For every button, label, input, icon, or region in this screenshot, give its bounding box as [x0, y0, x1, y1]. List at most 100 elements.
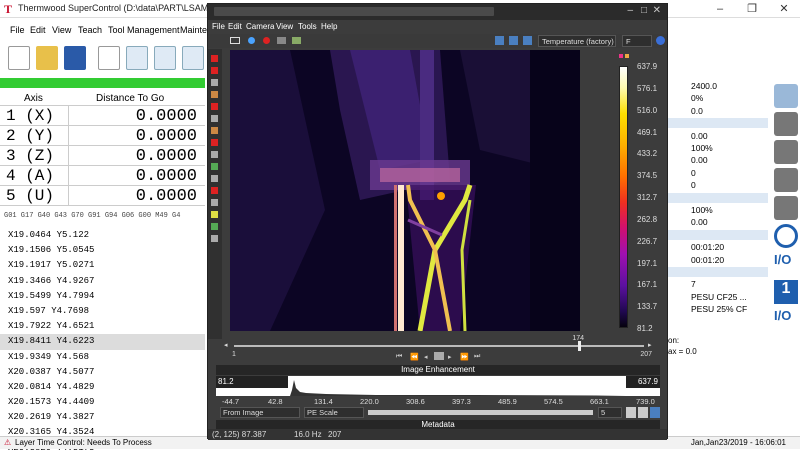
filter-pause-icon[interactable] [774, 168, 798, 192]
side-tool-icon[interactable] [211, 151, 218, 158]
program-line[interactable]: X19.0464 Y5.122 [0, 228, 205, 243]
palette-icon-1[interactable] [495, 36, 504, 45]
menu-teach[interactable]: Teach [78, 25, 102, 35]
side-tool-icon[interactable] [211, 235, 218, 242]
camera-maximize-button[interactable]: □ [641, 5, 647, 16]
stop-button[interactable] [434, 352, 444, 360]
palette-icon-3[interactable] [523, 36, 532, 45]
edit-document-icon[interactable] [154, 46, 176, 70]
histogram-icon[interactable] [626, 407, 636, 418]
slider-right-arrow[interactable]: ▸ [648, 342, 654, 349]
program-line[interactable]: X20.0387 Y4.5077 [0, 365, 205, 380]
side-tool-icon[interactable] [211, 79, 218, 86]
io-icon[interactable]: I/O [774, 252, 798, 276]
minimize-button[interactable]: – [704, 0, 736, 18]
histogram-max-input[interactable]: 637.9 [626, 376, 660, 388]
scale-marker-2[interactable] [625, 54, 629, 58]
side-tool-icon[interactable] [211, 67, 218, 74]
side-tool-icon[interactable] [211, 91, 218, 98]
side-tool-icon[interactable] [211, 163, 218, 170]
side-tool-icon[interactable] [211, 211, 218, 218]
program-line[interactable]: X19.1917 Y5.0271 [0, 258, 205, 273]
scale-mode-select[interactable]: PE Scale [304, 407, 364, 418]
side-tool-icon[interactable] [211, 199, 218, 206]
program-line[interactable]: X19.5499 Y4.7994 [0, 289, 205, 304]
program-line[interactable]: X20.0814 Y4.4829 [0, 380, 205, 395]
save-icon[interactable] [64, 46, 86, 70]
one-icon[interactable]: 1 [774, 280, 798, 304]
first-frame-button[interactable]: ⏮ [396, 353, 402, 361]
unit-select[interactable]: F [622, 35, 652, 47]
crosshair-icon[interactable] [248, 37, 255, 44]
cam-menu-view[interactable]: View [276, 22, 293, 31]
step-back-button[interactable]: ◂ [424, 353, 428, 361]
open-folder-icon[interactable] [36, 46, 58, 70]
record-icon[interactable] [263, 37, 270, 44]
side-tool-icon[interactable] [211, 103, 218, 110]
step-forward-button[interactable]: ▸ [448, 353, 452, 361]
slider-track[interactable] [234, 345, 644, 347]
histogram[interactable]: 81.2 637.9 [216, 376, 660, 396]
program-line[interactable]: X19.7922 Y4.6521 [0, 319, 205, 334]
refresh-icon[interactable] [650, 407, 660, 418]
cam-menu-help[interactable]: Help [321, 22, 337, 31]
filter-icon[interactable] [774, 84, 798, 108]
range-source-select[interactable]: From Image [220, 407, 300, 418]
camera-close-button[interactable]: ✕ [653, 5, 661, 16]
side-tool-icon[interactable] [211, 127, 218, 134]
stopwatch-icon[interactable] [774, 224, 798, 248]
restore-button[interactable]: ❐ [736, 0, 768, 18]
program-line[interactable]: X19.597 Y4.7698 [0, 304, 205, 319]
side-tool-icon[interactable] [211, 223, 218, 230]
program-line[interactable]: X19.3466 Y4.9267 [0, 274, 205, 289]
side-tool-icon[interactable] [211, 187, 218, 194]
image-enhancement-header[interactable]: Image Enhancement [216, 365, 660, 375]
side-tool-icon[interactable] [211, 175, 218, 182]
camera-icon[interactable] [277, 37, 286, 44]
export-document-icon[interactable] [182, 46, 204, 70]
last-frame-button[interactable]: ⏭ [474, 353, 480, 361]
add-document-icon[interactable] [126, 46, 148, 70]
palette-select[interactable]: Temperature (factory) [538, 35, 616, 47]
menu-edit[interactable]: Edit [30, 25, 46, 35]
close-button[interactable]: ✕ [768, 0, 800, 18]
print-icon[interactable] [98, 46, 120, 70]
program-line[interactable]: X19.1506 Y5.0545 [0, 243, 205, 258]
filter-p-icon[interactable] [774, 196, 798, 220]
program-line[interactable]: X20.1573 Y4.4409 [0, 395, 205, 410]
scale-marker-1[interactable] [619, 54, 623, 58]
prev-frame-button[interactable]: ⏪ [410, 353, 419, 361]
program-list[interactable]: X19.0464 Y5.122 X19.1506 Y5.0545 X19.1917 … [0, 228, 205, 456]
io2-icon[interactable]: I/O [774, 308, 798, 332]
lock-icon[interactable] [638, 407, 648, 418]
cam-menu-tools[interactable]: Tools [298, 22, 317, 31]
side-tool-icon[interactable] [211, 115, 218, 122]
slider-left-arrow[interactable]: ◂ [224, 342, 230, 349]
menu-view[interactable]: View [52, 25, 71, 35]
program-line[interactable]: X19.8411 Y4.6223 [0, 334, 205, 350]
side-tool-icon[interactable] [211, 139, 218, 146]
next-frame-button[interactable]: ⏩ [460, 353, 469, 361]
cam-menu-edit[interactable]: Edit [228, 22, 242, 31]
color-scale-bar[interactable] [619, 66, 628, 328]
filter-add-icon[interactable] [774, 112, 798, 136]
screen-icon[interactable] [230, 37, 240, 44]
new-file-icon[interactable] [8, 46, 30, 70]
palette-icon-2[interactable] [509, 36, 518, 45]
image-icon[interactable] [292, 37, 301, 44]
menu-file[interactable]: File [10, 25, 25, 35]
filter-remove-icon[interactable] [774, 140, 798, 164]
cam-menu-camera[interactable]: Camera [246, 22, 274, 31]
enhancement-slider[interactable] [368, 410, 593, 415]
side-tool-icon[interactable] [211, 55, 218, 62]
menu-maintenance[interactable]: Mainte [180, 25, 207, 35]
menu-tool-management[interactable]: Tool Management [108, 25, 180, 35]
info-icon[interactable] [656, 36, 665, 45]
histogram-min-input[interactable]: 81.2 [216, 376, 288, 388]
slider-thumb[interactable] [578, 341, 582, 351]
program-line[interactable]: X20.2619 Y4.3827 [0, 410, 205, 425]
enhancement-value-select[interactable]: 5 [598, 407, 622, 418]
program-line[interactable]: X19.9349 Y4.568 [0, 350, 205, 365]
cam-menu-file[interactable]: File [212, 22, 225, 31]
thermal-image[interactable] [230, 50, 580, 331]
